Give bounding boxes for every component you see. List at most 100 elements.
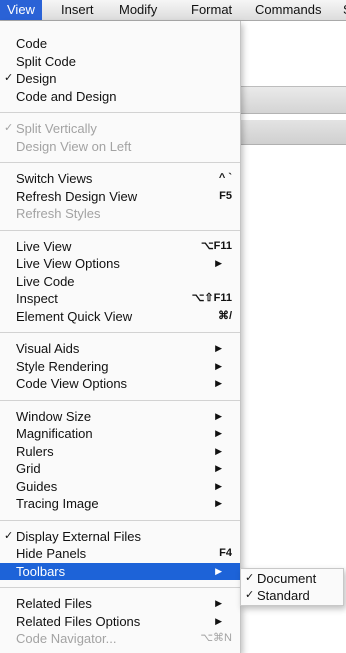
submenu-arrow-icon: ▶ xyxy=(215,598,222,608)
submenu-arrow-icon: ▶ xyxy=(215,498,222,508)
menu-item-label: Split Vertically xyxy=(16,121,97,136)
menu-item-style-rendering[interactable]: Style Rendering ▶ xyxy=(0,358,240,375)
keyboard-shortcut: F5 xyxy=(219,190,232,202)
submenu-arrow-icon: ▶ xyxy=(215,463,222,473)
menu-item-code-view-options[interactable]: Code View Options ▶ xyxy=(0,375,240,392)
submenu-arrow-icon: ▶ xyxy=(215,411,222,421)
background-toolbar xyxy=(240,86,346,114)
menu-item-label: Magnification xyxy=(16,426,93,441)
menu-item-tracing-image[interactable]: Tracing Image ▶ xyxy=(0,495,240,512)
menu-item-window-size[interactable]: Window Size ▶ xyxy=(0,408,240,425)
submenu-arrow-icon: ▶ xyxy=(215,343,222,353)
submenu-arrow-icon: ▶ xyxy=(215,566,222,576)
menu-item-element-quick-view[interactable]: Element Quick View ⌘/ xyxy=(0,308,240,325)
menubar-format[interactable]: Format xyxy=(184,0,239,20)
menu-item-label: Code xyxy=(16,36,48,51)
menu-item-label: Code View Options xyxy=(16,376,128,391)
menu-item-switch-views[interactable]: Switch Views ^ ` xyxy=(0,170,240,187)
menubar-commands[interactable]: Commands xyxy=(248,0,328,20)
menu-separator xyxy=(0,332,240,333)
menu-item-code[interactable]: Code xyxy=(0,35,240,52)
menu-item-label: Visual Aids xyxy=(16,341,80,356)
keyboard-shortcut: ⌥⌘N xyxy=(200,632,232,644)
menu-item-related-files[interactable]: Related Files ▶ xyxy=(0,595,240,612)
checkmark-icon: ✓ xyxy=(4,122,14,134)
view-menu: Code Split Code ✓ Design Code and Design ✓ Spl… xyxy=(0,21,241,653)
menu-item-live-code[interactable]: Live Code xyxy=(0,273,240,290)
keyboard-shortcut: ⌘/ xyxy=(217,310,232,322)
menu-item-document[interactable]: ✓ Document xyxy=(241,570,345,587)
menu-item-label: Toolbars xyxy=(16,564,66,579)
menu-item-label: Window Size xyxy=(16,409,92,424)
submenu-arrow-icon: ▶ xyxy=(215,428,222,438)
submenu-arrow-icon: ▶ xyxy=(215,446,222,456)
menu-item-label: Design xyxy=(16,71,57,86)
menu-item-grid[interactable]: Grid ▶ xyxy=(0,460,240,477)
menu-item-split-vertically: ✓ Split Vertically xyxy=(0,120,240,137)
checkmark-icon: ✓ xyxy=(4,530,14,542)
menu-item-label: Split Code xyxy=(16,54,76,69)
menu-item-live-view-options[interactable]: Live View Options ▶ xyxy=(0,255,240,272)
submenu-arrow-icon: ▶ xyxy=(215,378,222,388)
menu-item-label: Guides xyxy=(16,479,58,494)
submenu-arrow-icon: ▶ xyxy=(215,361,222,371)
menu-item-display-external-files[interactable]: ✓ Display External Files xyxy=(0,528,240,545)
menu-item-label: Code Navigator... xyxy=(16,631,117,646)
menu-separator xyxy=(0,229,240,231)
menu-item-guides[interactable]: Guides ▶ xyxy=(0,478,240,495)
menu-item-label: Live Code xyxy=(16,274,75,289)
menu-item-label: Design View on Left xyxy=(16,139,132,154)
menu-separator xyxy=(0,162,240,163)
menu-item-visual-aids[interactable]: Visual Aids ▶ xyxy=(0,340,240,357)
menu-item-code-navigator: Code Navigator... ⌥⌘N xyxy=(0,630,240,647)
menu-item-inspect[interactable]: Inspect ⌥⇧F11 xyxy=(0,290,240,307)
menubar-view[interactable]: View xyxy=(0,0,42,20)
keyboard-shortcut: F4 xyxy=(219,547,232,559)
menu-item-label: Live View Options xyxy=(16,256,120,271)
background-tab-bar xyxy=(240,120,346,145)
menu-bar: View Insert Modify Format Commands S xyxy=(0,0,346,21)
menubar-modify[interactable]: Modify xyxy=(112,0,164,20)
menu-item-code-and-design[interactable]: Code and Design xyxy=(0,88,240,105)
menu-separator xyxy=(0,519,240,521)
menu-item-standard[interactable]: ✓ Standard xyxy=(241,587,345,604)
menu-item-design-view-on-left: Design View on Left xyxy=(0,138,240,155)
menu-item-label: Document xyxy=(257,571,317,586)
menu-item-design[interactable]: ✓ Design xyxy=(0,70,240,87)
menu-item-label: Style Rendering xyxy=(16,359,109,374)
keyboard-shortcut: ⌥F11 xyxy=(200,240,232,252)
menu-item-label: Code and Design xyxy=(16,89,117,104)
menu-item-label: Standard xyxy=(257,588,310,603)
menu-item-label: Tracing Image xyxy=(16,496,99,511)
submenu-arrow-icon: ▶ xyxy=(215,616,222,626)
menu-separator xyxy=(0,112,240,113)
menu-item-toolbars[interactable]: Toolbars ▶ xyxy=(0,563,240,580)
menu-item-hide-panels[interactable]: Hide Panels F4 xyxy=(0,545,240,562)
menu-item-related-files-options[interactable]: Related Files Options ▶ xyxy=(0,613,240,630)
menubar-s[interactable]: S xyxy=(336,0,346,20)
menu-item-label: Inspect xyxy=(16,291,58,306)
menu-separator xyxy=(0,587,240,588)
menu-item-label: Hide Panels xyxy=(16,546,87,561)
checkmark-icon: ✓ xyxy=(245,589,255,601)
menu-separator xyxy=(0,399,240,401)
menubar-insert[interactable]: Insert xyxy=(54,0,101,20)
menu-item-magnification[interactable]: Magnification ▶ xyxy=(0,425,240,442)
menu-item-label: Element Quick View xyxy=(16,309,133,324)
keyboard-shortcut: ⌥⇧F11 xyxy=(191,292,232,304)
menu-item-label: Related Files xyxy=(16,596,92,611)
checkmark-icon: ✓ xyxy=(245,572,255,584)
menu-item-live-view[interactable]: Live View ⌥F11 xyxy=(0,238,240,255)
menu-item-label: Grid xyxy=(16,461,41,476)
menu-item-refresh-design-view[interactable]: Refresh Design View F5 xyxy=(0,188,240,205)
menu-item-split-code[interactable]: Split Code xyxy=(0,53,240,70)
menu-item-label: Refresh Design View xyxy=(16,189,138,204)
menu-item-label: Display External Files xyxy=(16,529,141,544)
submenu-arrow-icon: ▶ xyxy=(215,258,222,268)
menu-item-label: Rulers xyxy=(16,444,54,459)
menu-item-rulers[interactable]: Rulers ▶ xyxy=(0,443,240,460)
menu-item-label: Switch Views xyxy=(16,171,93,186)
toolbars-submenu: ✓ Document ✓ Standard xyxy=(240,568,344,606)
menu-item-label: Refresh Styles xyxy=(16,206,101,221)
menu-item-label: Related Files Options xyxy=(16,614,141,629)
